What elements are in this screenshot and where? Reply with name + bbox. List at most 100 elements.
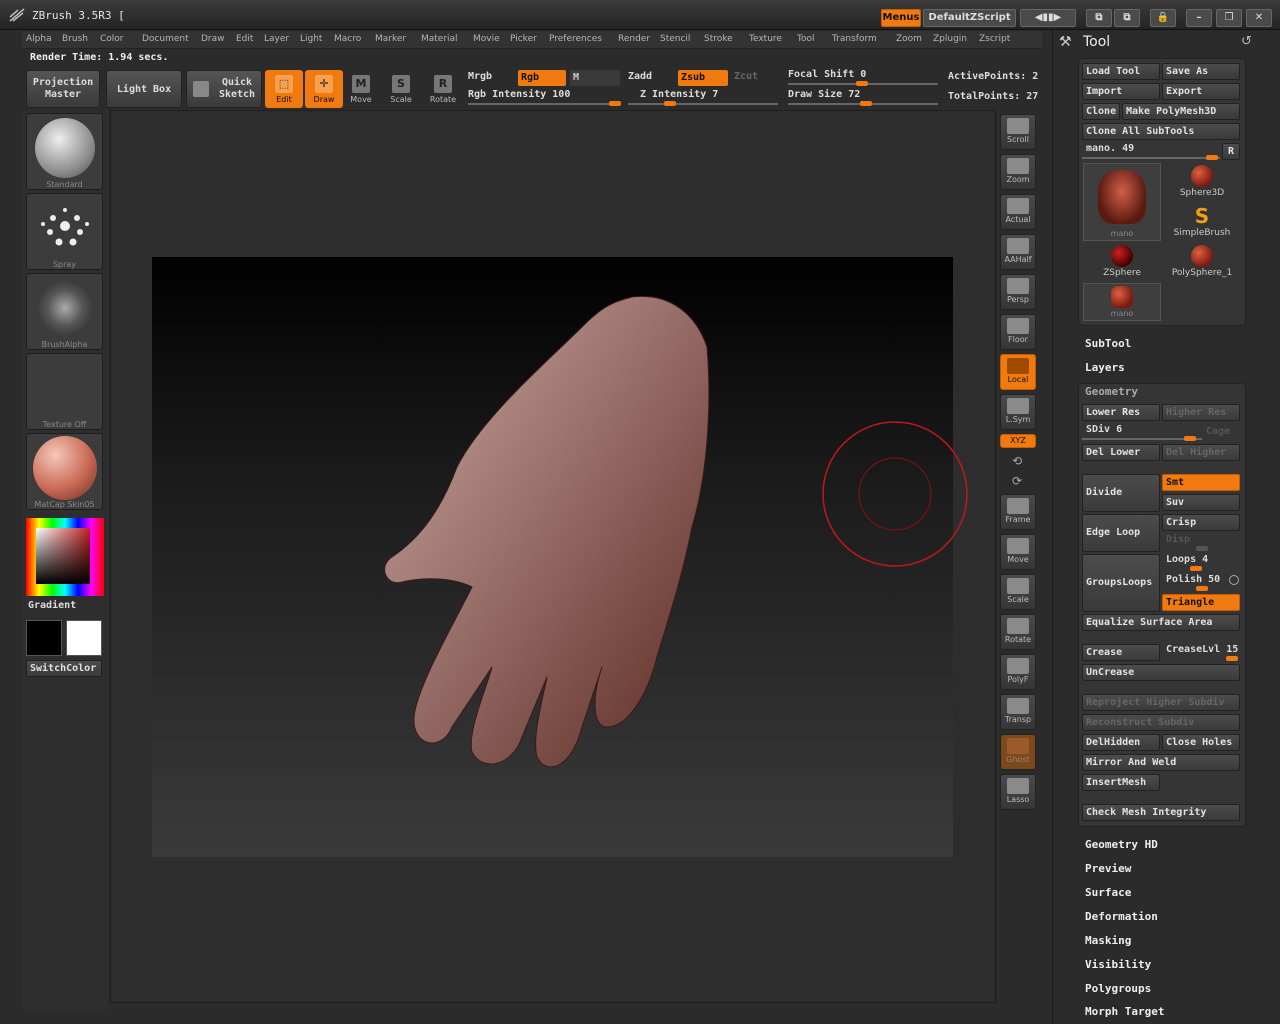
insertmesh-button[interactable]: InsertMesh	[1082, 774, 1160, 791]
material-thumbnail[interactable]: MatCap Skin05	[26, 433, 103, 510]
zscript-nav-icon[interactable]: ◀▮▮▶	[1020, 9, 1076, 27]
scale-view-button[interactable]: Scale	[1000, 574, 1036, 610]
reconstruct-subdiv-button[interactable]: Reconstruct Subdiv	[1082, 714, 1240, 731]
scale-mode-button[interactable]: S Scale	[382, 70, 420, 108]
loops-slider[interactable]: Loops 4	[1166, 554, 1208, 565]
import-button[interactable]: Import	[1082, 83, 1160, 100]
r-button[interactable]: R	[1222, 143, 1240, 160]
menu-brush[interactable]: Brush	[62, 34, 88, 44]
subtool-zsphere[interactable]: ZSphere	[1083, 243, 1161, 281]
draw-size-knob[interactable]	[860, 101, 872, 106]
gradient-label[interactable]: Gradient	[28, 600, 76, 611]
tool-slider-knob[interactable]	[1206, 155, 1218, 160]
polygroups-section[interactable]: Polygroups	[1085, 982, 1151, 995]
floor-button[interactable]: Floor	[1000, 314, 1036, 350]
close-holes-button[interactable]: Close Holes	[1162, 734, 1240, 751]
load-tool-button[interactable]: Load Tool	[1082, 63, 1160, 80]
move-view-button[interactable]: Move	[1000, 534, 1036, 570]
menu-color[interactable]: Color	[100, 34, 124, 44]
subtool-mano-thumb[interactable]: mano	[1083, 163, 1161, 241]
clone-button[interactable]: Clone	[1082, 103, 1120, 120]
menu-zoom[interactable]: Zoom	[896, 34, 922, 44]
menu-layer[interactable]: Layer	[264, 34, 289, 44]
lsym-button[interactable]: L.Sym	[1000, 394, 1036, 430]
disp-knob[interactable]	[1196, 546, 1208, 551]
menu-macro[interactable]: Macro	[334, 34, 361, 44]
del-higher-button[interactable]: Del Higher	[1162, 444, 1240, 461]
creaselvl-knob[interactable]	[1226, 656, 1238, 661]
z-intensity-slider[interactable]: Z Intensity 7	[640, 89, 718, 100]
focal-shift-knob[interactable]	[856, 81, 868, 86]
z-intensity-track[interactable]	[628, 103, 778, 105]
brush-thumbnail[interactable]: Standard	[26, 113, 103, 190]
menu-stencil[interactable]: Stencil	[660, 34, 690, 44]
lower-res-button[interactable]: Lower Res	[1082, 404, 1160, 421]
switch-color-button[interactable]: SwitchColor	[26, 660, 102, 677]
mirror-and-weld-button[interactable]: Mirror And Weld	[1082, 754, 1240, 771]
geometry-header[interactable]: Geometry	[1085, 385, 1138, 398]
persp-button[interactable]: Persp	[1000, 274, 1036, 310]
loops-knob[interactable]	[1190, 566, 1202, 571]
zsub-button[interactable]: Zsub	[678, 70, 728, 86]
cage-button[interactable]: Cage	[1206, 426, 1230, 437]
maximize-icon[interactable]: ❐	[1216, 9, 1242, 27]
zcut-button[interactable]: Zcut	[734, 71, 758, 82]
lock-icon[interactable]: 🔒	[1150, 9, 1176, 27]
reproject-higher-subdiv-button[interactable]: Reproject Higher Subdiv	[1082, 694, 1240, 711]
quick-sketch-button[interactable]: Quick Sketch	[186, 70, 262, 108]
groupsloops-button[interactable]: GroupsLoops	[1082, 554, 1160, 612]
menu-preferences[interactable]: Preferences	[549, 34, 602, 44]
crisp-toggle[interactable]: Crisp	[1162, 514, 1240, 531]
rgb-intensity-slider[interactable]: Rgb Intensity 100	[468, 89, 570, 100]
stroke-thumbnail[interactable]: Spray	[26, 193, 103, 270]
subtool-sphere3d[interactable]: Sphere3D	[1163, 163, 1241, 201]
edge-loop-button[interactable]: Edge Loop	[1082, 514, 1160, 552]
visibility-section[interactable]: Visibility	[1085, 958, 1151, 971]
export-button[interactable]: Export	[1162, 83, 1240, 100]
refresh-icon[interactable]: ↺	[1241, 34, 1252, 49]
m-button[interactable]: M	[570, 70, 620, 86]
menu-light[interactable]: Light	[300, 34, 322, 44]
color-picker-square[interactable]	[36, 528, 90, 584]
tool-panel-title[interactable]: Tool	[1083, 34, 1110, 50]
rotate-z-icon[interactable]: ⟳	[1012, 474, 1022, 488]
rotate-y-icon[interactable]: ⟲	[1012, 454, 1022, 468]
projection-master-button[interactable]: Projection Master	[26, 70, 100, 108]
disp-slider[interactable]: Disp	[1166, 534, 1190, 545]
suv-toggle[interactable]: Suv	[1162, 494, 1240, 511]
check-mesh-integrity-button[interactable]: Check Mesh Integrity	[1082, 804, 1240, 821]
polyf-button[interactable]: PolyF	[1000, 654, 1036, 690]
lasso-button[interactable]: Lasso	[1000, 774, 1036, 810]
clone-all-subtools-button[interactable]: Clone All SubTools	[1082, 123, 1240, 140]
light-box-button[interactable]: Light Box	[106, 70, 182, 108]
polish-slider[interactable]: Polish 50	[1166, 574, 1220, 585]
deformation-section[interactable]: Deformation	[1085, 910, 1158, 923]
ghost-button[interactable]: Ghost	[1000, 734, 1036, 770]
sdiv-knob[interactable]	[1184, 436, 1196, 441]
move-mode-button[interactable]: M Move	[342, 70, 380, 108]
crease-button[interactable]: Crease	[1082, 644, 1160, 661]
smt-toggle[interactable]: Smt	[1162, 474, 1240, 491]
menu-stroke[interactable]: Stroke	[704, 34, 733, 44]
surface-section[interactable]: Surface	[1085, 886, 1131, 899]
tool-slider[interactable]: mano. 49	[1086, 143, 1134, 154]
divide-button[interactable]: Divide	[1082, 474, 1160, 512]
menu-transform[interactable]: Transform	[832, 34, 877, 44]
z-intensity-knob[interactable]	[664, 101, 676, 106]
tool-slider-track[interactable]	[1082, 157, 1220, 159]
save-as-button[interactable]: Save As	[1162, 63, 1240, 80]
masking-section[interactable]: Masking	[1085, 934, 1131, 947]
rgb-intensity-knob[interactable]	[609, 101, 621, 106]
creaselvl-slider[interactable]: CreaseLvl 15	[1166, 644, 1238, 655]
menu-picker[interactable]: Picker	[510, 34, 537, 44]
make-polymesh3d-button[interactable]: Make PolyMesh3D	[1122, 103, 1240, 120]
higher-res-button[interactable]: Higher Res	[1162, 404, 1240, 421]
default-zscript-button[interactable]: DefaultZScript	[923, 9, 1016, 27]
menu-movie[interactable]: Movie	[473, 34, 500, 44]
menu-alpha[interactable]: Alpha	[26, 34, 52, 44]
mrgb-button[interactable]: Mrgb	[468, 71, 492, 82]
menu-draw[interactable]: Draw	[201, 34, 225, 44]
draw-mode-button[interactable]: ✛ Draw	[305, 70, 343, 108]
close-icon[interactable]: ✕	[1246, 9, 1272, 27]
transp-button[interactable]: Transp	[1000, 694, 1036, 730]
